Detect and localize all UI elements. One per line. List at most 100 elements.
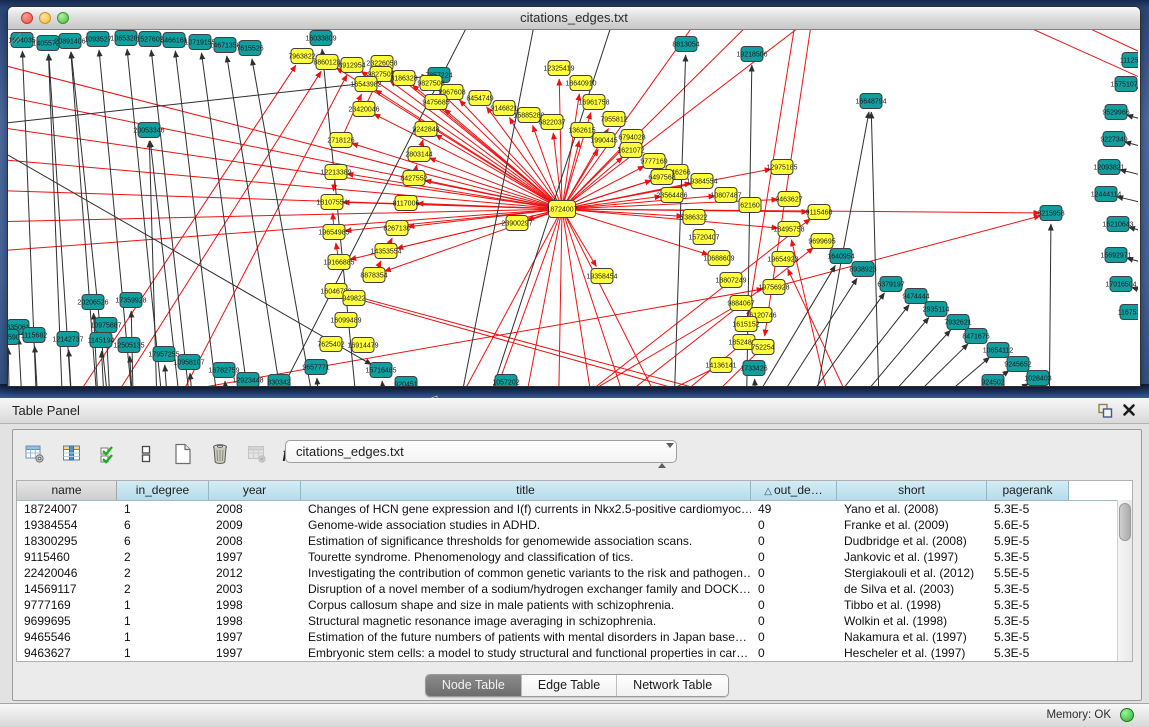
graph-node[interactable]: 9245652 [1004,357,1031,372]
column-header-out_degree[interactable]: △out_de… [751,481,837,500]
graph-node[interactable]: 752254 [751,340,774,355]
graph-node[interactable]: 10958107 [173,355,204,370]
graph-node[interactable]: 2803144 [405,147,432,162]
graph-node[interactable]: 8912954 [338,58,365,73]
graph-node[interactable]: 10807487 [710,188,741,203]
graph-node[interactable]: 12505135 [113,338,144,353]
graph-node[interactable]: 20206526 [77,295,108,310]
column-checklist-icon[interactable] [97,441,121,467]
graph-node[interactable]: 15716485 [365,363,396,378]
column-header-year[interactable]: year [209,481,301,500]
graph-node[interactable]: 1115682 [21,328,47,343]
graph-node[interactable]: 17359928 [115,293,146,308]
graph-node[interactable]: 8938923 [849,262,876,277]
table-row[interactable]: 977716911998Corpus callosum shape and si… [17,597,1132,613]
graph-node[interactable]: 8813054 [672,37,699,52]
graph-node[interactable]: 7955812 [600,112,627,127]
column-header-pagerank[interactable]: pagerank [987,481,1069,500]
table-row[interactable]: 946362711997Embryonic stem cells: a mode… [17,645,1132,661]
graph-node[interactable]: 8117006 [393,196,420,211]
graph-node[interactable]: 12923448 [232,373,263,387]
graph-node[interactable]: 23564486 [656,188,687,203]
graph-node[interactable]: 12142737 [52,332,83,347]
close-panel-icon[interactable] [1121,402,1137,418]
column-header-title[interactable]: title [301,481,751,500]
graph-node[interactable]: 6379197 [877,277,904,292]
graph-node[interactable]: 10975887 [90,318,121,333]
graph-node[interactable]: 12444114 [1091,187,1122,202]
graph-node[interactable]: 1112534 [1120,53,1138,68]
graph-node[interactable]: 9227349 [1100,132,1127,147]
graph-node[interactable]: 1093527 [84,32,111,47]
graph-node[interactable]: 19384554 [686,174,717,189]
resize-grip-icon[interactable] [8,30,22,44]
graph-node[interactable]: 12325419 [543,61,574,76]
graph-node[interactable]: 920451 [394,377,417,387]
graph-node[interactable]: 62160 [739,198,761,213]
new-column-icon[interactable] [171,441,195,467]
graph-node[interactable]: 1362615 [568,123,595,138]
table-row[interactable]: 946554611997Estimation of the future num… [17,629,1132,645]
graph-node[interactable]: 20053346 [133,123,164,138]
network-canvas[interactable]: 1604035140557242089140610935271065328715… [8,30,1138,386]
graph-node[interactable]: 9529966 [1102,105,1129,120]
graph-node[interactable]: 15751074 [1110,77,1138,92]
graph-node[interactable]: 19218506 [736,47,767,62]
graph-node[interactable]: 18107554 [316,195,347,210]
graph-node[interactable]: 19654985 [318,225,349,240]
graph-node[interactable]: 18495758 [773,222,804,237]
graph-node[interactable]: 18724007 [546,201,577,218]
graph-node[interactable]: 1990445 [590,133,617,148]
graph-node[interactable]: 949822 [342,291,365,306]
graph-node[interactable]: 6497568 [648,170,675,185]
table-vertical-scrollbar[interactable] [1117,500,1132,661]
graph-node[interactable]: 9474444 [902,289,929,304]
graph-node[interactable]: 23420046 [348,102,379,117]
graph-node[interactable]: 8267130 [383,221,410,236]
graph-node[interactable]: 9242848 [412,122,439,137]
graph-node[interactable]: 1028403 [1024,371,1051,386]
graph-node[interactable]: 19654923 [767,252,798,267]
graph-node[interactable]: 9657771 [302,360,329,375]
graph-node[interactable]: 19166885 [323,255,354,270]
column-header-name[interactable]: name [17,481,117,500]
graph-node[interactable]: 1145194 [88,333,115,348]
graph-node[interactable]: 19756928 [758,280,789,295]
graph-node[interactable]: 1167531 [1118,305,1138,320]
table-row[interactable]: 911546021997Tourette syndrome. Phenomeno… [17,549,1132,565]
graph-node[interactable]: 7963822 [288,49,315,64]
graph-node[interactable]: 9777169 [640,154,667,169]
graph-node[interactable]: 8471676 [962,329,989,344]
graph-node[interactable]: 2718126 [327,133,354,148]
graph-node[interactable]: 12213389 [320,165,351,180]
graph-node[interactable]: 924502 [981,375,1004,387]
graph-node[interactable]: 8215958 [1037,206,1064,221]
graph-node[interactable]: 8186328 [390,71,417,86]
graph-node[interactable]: 7625402 [317,337,344,352]
column-header-short[interactable]: short [837,481,987,500]
graph-node[interactable]: 16914479 [347,338,378,353]
graph-node[interactable]: 16961758 [578,95,609,110]
graph-node[interactable]: 10688609 [703,251,734,266]
column-header-in_degree[interactable]: in_degree [117,481,209,500]
graph-node[interactable]: 18640910 [565,76,596,91]
graph-node[interactable]: 12093821 [1093,160,1124,175]
graph-node[interactable]: 9115460 [806,205,833,220]
tab-network-table[interactable]: Network Table [617,675,728,696]
table-row[interactable]: 969969511998Structural magnetic resonanc… [17,613,1132,629]
graph-node[interactable]: 23900297 [501,216,532,231]
graph-node[interactable]: 9699695 [808,234,835,249]
table-options-icon[interactable] [23,441,47,467]
graph-node[interactable]: 14353554 [370,244,401,259]
scrollbar-thumb[interactable] [1119,503,1131,541]
graph-node[interactable]: 16099489 [330,313,361,328]
graph-node[interactable]: 16543982 [350,77,381,92]
graph-node[interactable]: 17016504 [1105,277,1136,292]
table-row[interactable]: 1830029562008Estimation of significance … [17,533,1132,549]
graph-node[interactable]: 14136141 [705,358,736,373]
graph-node[interactable]: 8427552 [400,171,427,186]
tab-node-table[interactable]: Node Table [426,675,522,696]
graph-node[interactable]: 8878354 [360,268,387,283]
table-row[interactable]: 1938455462009Genome-wide association stu… [17,517,1132,533]
graph-node[interactable]: 391590 [8,330,20,345]
